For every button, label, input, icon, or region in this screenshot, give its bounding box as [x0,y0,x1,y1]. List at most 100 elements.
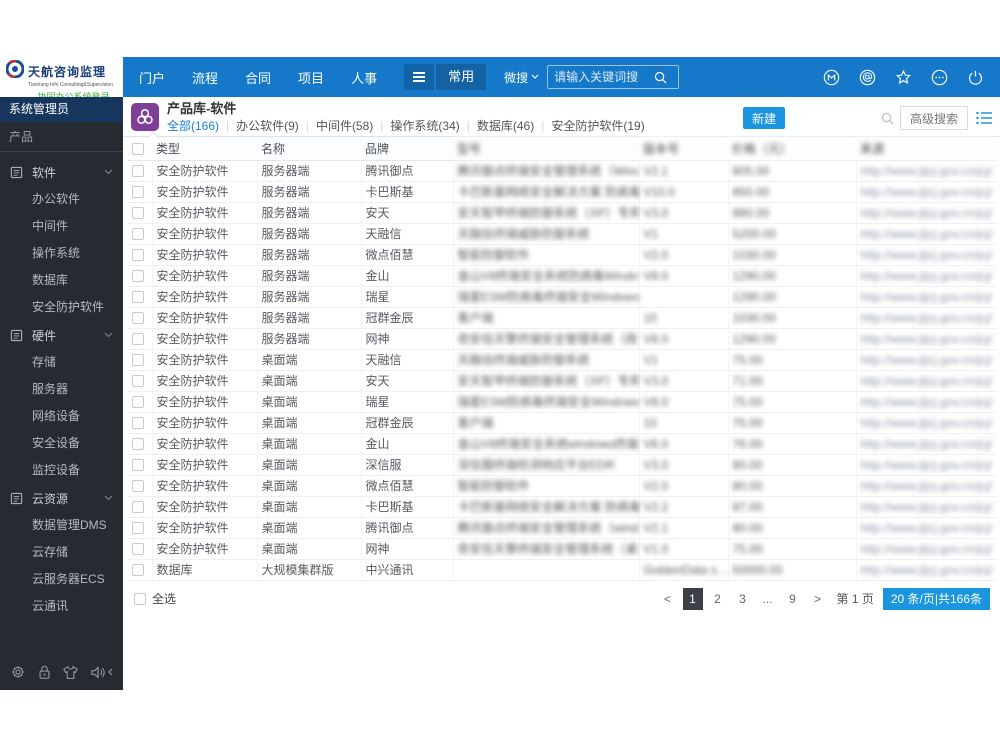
topnav-item[interactable]: 项目 [298,68,324,87]
sidebar-group-1[interactable]: 硬件 [0,321,123,349]
filter-tab[interactable]: 办公软件(9) [236,119,299,133]
row-checkbox[interactable] [132,249,144,262]
page-prev-button[interactable]: < [658,588,678,610]
sidebar-item[interactable]: 监控设备 [0,457,123,484]
sidebar-item[interactable]: 安全防护软件 [0,294,123,321]
page-number-button[interactable]: 9 [783,588,803,610]
cell-model: 智能防御软件 [453,475,640,497]
advanced-search-button[interactable]: 高级搜索 [899,106,968,130]
row-checkbox[interactable] [132,270,144,283]
sidebar-item[interactable]: 中间件 [0,213,123,240]
sidebar-item[interactable]: 服务器 [0,376,123,403]
new-button[interactable]: 新建 [742,107,785,129]
row-checkbox[interactable] [132,186,144,199]
row-checkbox[interactable] [132,480,144,493]
select-all-checkbox[interactable] [134,592,146,605]
row-checkbox[interactable] [132,396,144,409]
row-checkbox-cell [128,370,153,392]
sidebar-item[interactable]: 办公软件 [0,186,123,213]
sidebar-group-0[interactable]: 软件 [0,158,123,186]
power-logout-icon[interactable] [967,69,984,86]
cell-price: 75.00 [728,349,857,371]
sidebar-item[interactable]: 云存储 [0,539,123,566]
row-checkbox[interactable] [132,312,144,325]
user-role-label: 系统管理员 [0,97,123,122]
row-checkbox[interactable] [132,543,144,556]
cell-type: 安全防护软件 [152,181,258,203]
quick-search-input[interactable] [784,107,881,129]
table-row: 安全防护软件服务器端金山金山V8终端安全系统防病毒Windows版本V8.012… [128,265,997,287]
filter-tab[interactable]: 安全防护软件(19) [551,119,644,133]
lock-icon[interactable] [37,664,52,680]
row-checkbox[interactable] [132,354,144,367]
row-checkbox[interactable] [132,522,144,535]
select-all-control: 全选 [134,590,176,607]
topnav-item-active[interactable]: 常用 [436,64,487,90]
sidebar: 系统管理员 产品 软件 办公软件 中间件 操作系统 数据库 安全防护软件 硬件 存储 服务器 网络… [0,97,123,690]
cell-name: 桌面端 [257,412,362,434]
search-category-dropdown[interactable]: 微搜 [504,69,539,86]
row-checkbox[interactable] [132,459,144,472]
collapse-chevron-icon[interactable] [107,668,113,676]
more-options-icon[interactable] [931,69,948,86]
row-checkbox[interactable] [132,564,144,577]
sidebar-item[interactable]: 数据库 [0,267,123,294]
topnav-item[interactable]: 门户 [139,68,165,87]
search-icon[interactable] [654,71,667,84]
speaker-volume-icon[interactable] [90,665,106,680]
filter-tab[interactable]: 中间件(58) [316,119,373,133]
cell-source: http://www.jtjcj.gov.cn/jcj/ [856,496,997,518]
cell-price: 87.00 [728,496,857,518]
global-search-input[interactable] [554,70,655,84]
sidebar-group-2[interactable]: 云资源 [0,484,123,512]
filter-tab[interactable]: 操作系统(34) [390,119,459,133]
topnav-item[interactable]: 人事 [351,68,377,87]
cell-price: 805.00 [728,160,857,182]
page-number-button[interactable]: 1 [682,587,703,610]
row-checkbox-cell [128,412,153,434]
sidebar-item[interactable]: 网络设备 [0,403,123,430]
message-icon[interactable] [859,69,876,86]
row-checkbox[interactable] [132,165,144,178]
sidebar-item[interactable]: 操作系统 [0,240,123,267]
cell-name: 桌面端 [257,475,362,497]
page-next-button[interactable]: > [808,588,828,610]
row-checkbox[interactable] [132,228,144,241]
list-view-icon[interactable] [976,111,992,125]
cell-model: 客户端 [453,412,640,434]
filter-tab[interactable]: 全部(166) [167,119,219,133]
filter-tab[interactable]: 数据库(46) [477,119,534,133]
theme-shirt-icon[interactable] [62,665,79,680]
header-checkbox[interactable] [132,143,144,156]
topnav-item[interactable]: 流程 [192,68,218,87]
table-row: 安全防护软件 桌面端 天融信 天融信终端威胁防御系统 V1 75.00 http://www… [128,349,997,371]
page-number-button[interactable]: 3 [733,588,753,610]
row-checkbox[interactable] [132,417,144,430]
row-checkbox[interactable] [132,438,144,451]
sidebar-item[interactable]: 存储 [0,349,123,376]
cell-name: 桌面端 [257,538,362,560]
row-checkbox[interactable] [132,207,144,220]
topnav-item[interactable]: 合同 [245,68,271,87]
row-checkbox[interactable] [132,333,144,346]
page-number-button[interactable]: 2 [708,588,728,610]
row-checkbox[interactable] [132,291,144,304]
table-row: 安全防护软件 服务器端 微点佰慧 智能防御软件 V2.0 1030.00 http://ww… [128,244,997,266]
cell-type: 安全防护软件 [152,391,258,413]
table-search-icon[interactable] [881,112,894,125]
sidebar-item[interactable]: 数据管理DMS [0,512,123,539]
global-search-box[interactable] [547,65,680,89]
favorite-star-icon[interactable] [895,69,912,86]
sidebar-item[interactable]: 云通讯 [0,593,123,620]
row-checkbox[interactable] [132,501,144,514]
m-badge-icon[interactable] [823,69,840,86]
page-size-summary[interactable]: 20 条/页|共166条 [882,587,990,610]
sidebar-item[interactable]: 安全设备 [0,430,123,457]
sidebar-item[interactable]: 云服务器ECS [0,566,123,593]
cell-type: 安全防护软件 [152,307,258,329]
row-checkbox[interactable] [132,375,144,388]
settings-gear-icon[interactable] [10,664,26,680]
nav-menu-button[interactable] [404,64,435,90]
row-checkbox-cell [128,160,153,182]
cell-brand: 金山 [361,433,454,455]
